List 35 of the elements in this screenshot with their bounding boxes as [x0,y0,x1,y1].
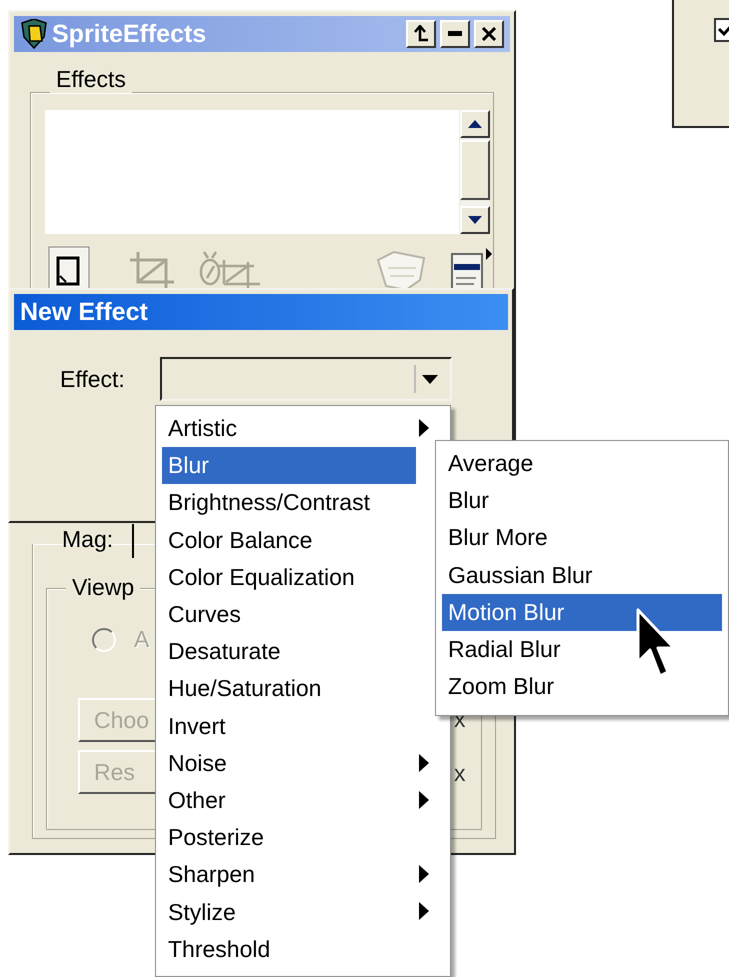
menu-item[interactable]: Artistic [162,410,416,448]
menu-item[interactable]: Desaturate [162,633,416,670]
dialog-title: New Effect [20,298,148,326]
menu-item[interactable]: Color Balance [162,522,416,559]
mag-label: Mag: [62,526,114,553]
menu-item[interactable]: Radial Blur [442,630,722,668]
radio-label: A [134,626,150,653]
up-arrow-icon [413,25,429,43]
menu-item[interactable]: Sharpen [162,856,416,894]
close-icon [482,27,496,41]
menu-item[interactable]: Posterize [162,819,416,856]
menu-item[interactable]: Gaussian Blur [442,556,722,594]
effect-dropdown[interactable] [160,357,452,401]
shield-logo-icon [20,19,48,49]
minimize-icon [448,31,462,37]
menu-item[interactable]: Curves [162,596,416,634]
menu-item[interactable]: Blur More [442,519,722,557]
menu-item[interactable]: Threshold [162,930,416,968]
effect-label: Effect: [60,366,125,393]
menu-item[interactable]: Motion Blur [442,594,722,631]
menu-item[interactable]: Blur [162,447,416,484]
radio-button[interactable] [92,628,116,652]
scrollbar[interactable] [460,110,490,234]
unit-label: x [454,760,466,787]
down-arrow-icon [468,216,482,224]
menu-item[interactable]: Brightness/Contrast [162,484,416,522]
menu-item[interactable]: Blur [442,482,722,520]
up-arrow-icon [468,120,482,128]
new-layer-icon[interactable] [48,246,90,290]
menu-item[interactable]: Average [442,445,722,482]
dropdown-arrow-icon [422,374,438,384]
menu-item[interactable]: Color Equalization [162,558,416,596]
menu-item[interactable]: Zoom Blur [442,668,722,706]
menu-item[interactable]: Stylize [162,893,416,931]
window-title: SpriteEffects [52,20,206,48]
